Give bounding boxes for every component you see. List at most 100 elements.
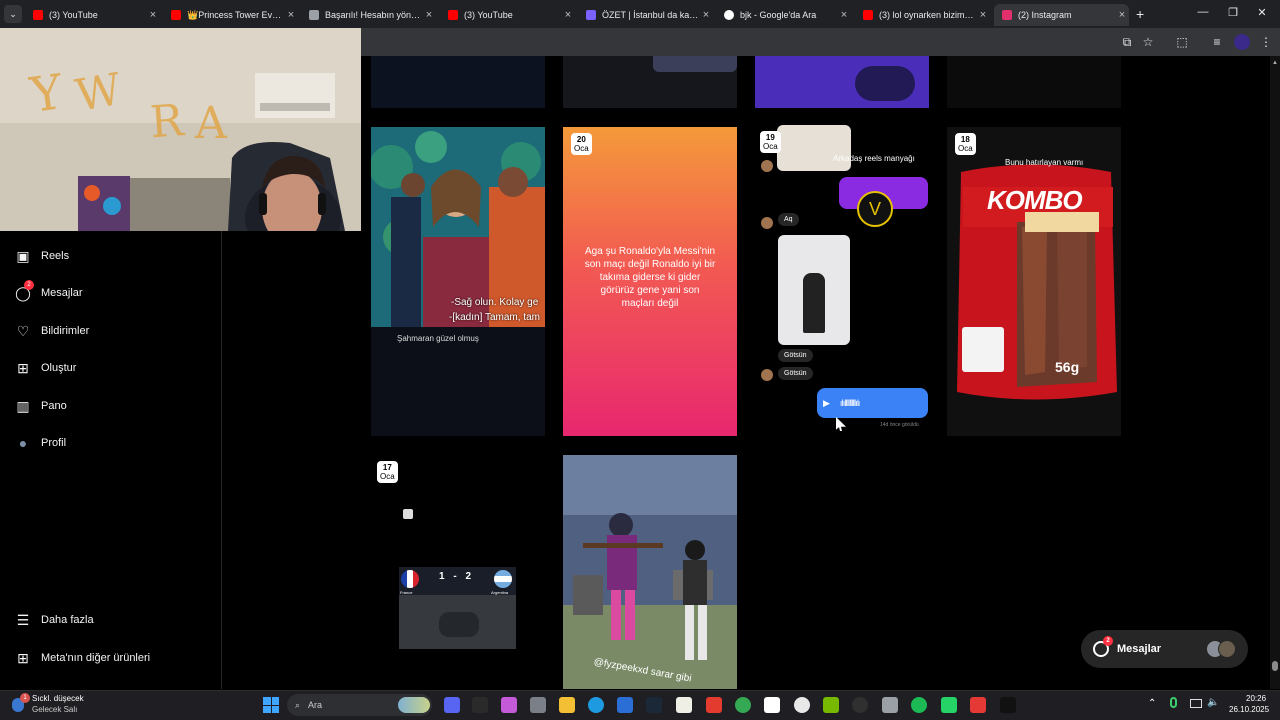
media-control-icon[interactable]: ≡ — [1209, 34, 1225, 50]
microphone-icon[interactable] — [1170, 697, 1177, 708]
notes-icon[interactable] — [676, 697, 692, 713]
tab-close-icon[interactable]: × — [146, 9, 160, 21]
steam-icon[interactable] — [646, 697, 662, 713]
post-tile-5[interactable]: 17 Oca 1 - 2 France Argentina — [371, 455, 545, 689]
sidebar-item-pano[interactable]: ▥ Pano — [14, 396, 67, 416]
post-tile-partial-1[interactable] — [371, 56, 545, 108]
youtube-icon — [863, 10, 873, 20]
post-3-msg-2: Götsün — [778, 349, 813, 362]
tab-close-icon[interactable]: × — [699, 9, 713, 21]
post-6-image — [563, 455, 737, 689]
tab-2[interactable]: 👑Princess Tower Evolutio × — [163, 4, 298, 26]
sidebar-badge: 2 — [24, 280, 34, 290]
clock-time[interactable]: 20:26 — [1246, 694, 1266, 703]
post-3-voice-message: ▶ ıIılIlIIlllIılı — [817, 388, 928, 418]
volume-icon[interactable]: 🔈 — [1207, 697, 1219, 708]
bluetooth-app-icon[interactable] — [882, 697, 898, 713]
tab-title: Başarılı! Hesabın yöntem — [325, 10, 422, 20]
edge-icon[interactable] — [588, 697, 604, 713]
clock-date[interactable]: 26.10.2025 — [1229, 705, 1269, 714]
sidebar-item-oluştur[interactable]: ⊞ Oluştur — [14, 358, 76, 378]
post-tile-6[interactable]: @fyzpeekxd sarar gibi — [563, 455, 737, 689]
start-button[interactable] — [263, 697, 279, 713]
epic-games-icon[interactable] — [472, 697, 488, 713]
sidebar-item-reels[interactable]: ▣ Reels — [14, 246, 69, 266]
avatar-icon: ● — [18, 435, 28, 451]
file-explorer-icon[interactable] — [559, 697, 575, 713]
apps-icon: ⊞ — [17, 649, 29, 666]
capcut-icon[interactable] — [764, 697, 780, 713]
tab-close-icon[interactable]: × — [976, 9, 990, 21]
post-tile-2[interactable]: 20 Oca Aga şu Ronaldo'yla Messi'nin son m… — [563, 127, 737, 436]
tab-7[interactable]: (3) lol oynarken bizim me × — [855, 4, 990, 26]
post-2-date-badge: 20 Oca — [571, 133, 592, 155]
anydesk-icon[interactable] — [706, 697, 722, 713]
profile-avatar[interactable] — [1234, 34, 1250, 50]
sidebar-item-mesajlar[interactable]: ◯ 2 Mesajlar — [14, 280, 83, 303]
settings-icon[interactable] — [530, 697, 546, 713]
extensions-icon[interactable]: ⬚ — [1174, 34, 1190, 50]
youtube-icon — [171, 10, 181, 20]
youtube-icon — [448, 10, 458, 20]
close-window-icon[interactable]: ✕ — [1255, 6, 1269, 19]
tiktok-icon[interactable] — [1000, 697, 1016, 713]
taskbar-search-box[interactable]: ⌕ Ara — [287, 694, 432, 716]
post-tile-partial-3[interactable] — [755, 56, 929, 108]
tab-5[interactable]: ÖZET | İstanbul da kazana × — [578, 4, 713, 26]
tab-4[interactable]: (3) YouTube × — [440, 4, 575, 26]
restore-icon[interactable]: ❐ — [1226, 6, 1240, 19]
tab-1[interactable]: (3) YouTube × — [25, 4, 160, 26]
post-tile-4[interactable]: 18 Oca Bunu hatırlayan varmı KOMBO 56g — [947, 127, 1121, 436]
tab-search-button[interactable]: ⌄ — [4, 5, 22, 23]
taskbar-search-placeholder: Ara — [308, 700, 323, 710]
obs-icon[interactable] — [852, 697, 868, 713]
tab-close-icon[interactable]: × — [1115, 9, 1129, 21]
whatsapp-icon[interactable] — [941, 697, 957, 713]
spotify-icon[interactable] — [911, 697, 927, 713]
messages-pill-label: Mesajlar — [1117, 643, 1162, 655]
messenger-icon: 2 — [1093, 636, 1113, 657]
sidebar-item-bildirimler[interactable]: ♡ Bildirimler — [14, 321, 90, 341]
sidebar-more[interactable]: ☰ Daha fazla — [14, 610, 94, 630]
tab-close-icon[interactable]: × — [422, 9, 436, 21]
network-icon[interactable] — [1190, 699, 1202, 708]
copilot-icon[interactable] — [501, 697, 517, 713]
sidebar-item-label: Oluştur — [41, 362, 77, 374]
nvidia-icon[interactable] — [823, 697, 839, 713]
post-tile-partial-4[interactable] — [947, 56, 1121, 108]
tray-chevron-icon[interactable]: ⌃ — [1148, 698, 1156, 709]
post-tile-partial-2[interactable] — [563, 56, 737, 108]
tab-close-icon[interactable]: × — [837, 9, 851, 21]
scrollbar-thumb[interactable] — [1272, 661, 1278, 671]
new-tab-button[interactable]: + — [1136, 6, 1144, 22]
sidebar-meta-products[interactable]: ⊞ Meta'nın diğer ürünleri — [14, 648, 150, 668]
recorder-icon[interactable] — [970, 697, 986, 713]
chrome-icon[interactable] — [735, 697, 751, 713]
tab-close-icon[interactable]: × — [561, 9, 575, 21]
tab-3[interactable]: Başarılı! Hesabın yöntem × — [301, 4, 436, 26]
post-3-msg-1: Aq — [778, 213, 799, 226]
post-4-caption: Bunu hatırlayan varmı — [1005, 158, 1084, 167]
bookmark-star-icon[interactable]: ☆ — [1140, 34, 1156, 50]
sidebar-item-profil[interactable]: ● Profil — [14, 433, 66, 453]
post-4-image — [947, 127, 1121, 436]
chatgpt-icon[interactable] — [794, 697, 810, 713]
browser-menu-icon[interactable]: ⋮ — [1258, 34, 1274, 50]
post-tile-1[interactable]: -Sağ olun. Kolay ge -[kadın] Tamam, tam … — [371, 127, 545, 436]
post-4-weight: 56g — [1055, 359, 1080, 375]
messages-floating-button[interactable]: 2 Mesajlar — [1081, 630, 1248, 668]
france-flag-icon — [401, 570, 419, 588]
page-scrollbar[interactable]: ▲ — [1270, 56, 1280, 689]
tab-title: (2) Instagram — [1018, 10, 1072, 20]
tab-6[interactable]: bjk - Google'da Ara × — [716, 4, 851, 26]
post-tile-3[interactable]: 19 Oca Arkadaş reels manyağı V Aq Götsün … — [755, 123, 929, 440]
weather-widget[interactable]: 1 Sıckl. düşecek Gelecek Salı — [8, 693, 118, 717]
sidebar-item-label: Pano — [41, 400, 67, 412]
minimize-icon[interactable]: — — [1196, 6, 1210, 18]
install-app-icon[interactable]: ⧉ — [1119, 34, 1135, 50]
weather-subtitle: Gelecek Salı — [32, 705, 78, 714]
tab-8[interactable]: (2) Instagram × — [994, 4, 1129, 26]
tab-close-icon[interactable]: × — [284, 9, 298, 21]
discord-icon[interactable] — [444, 697, 460, 713]
store-icon[interactable] — [617, 697, 633, 713]
